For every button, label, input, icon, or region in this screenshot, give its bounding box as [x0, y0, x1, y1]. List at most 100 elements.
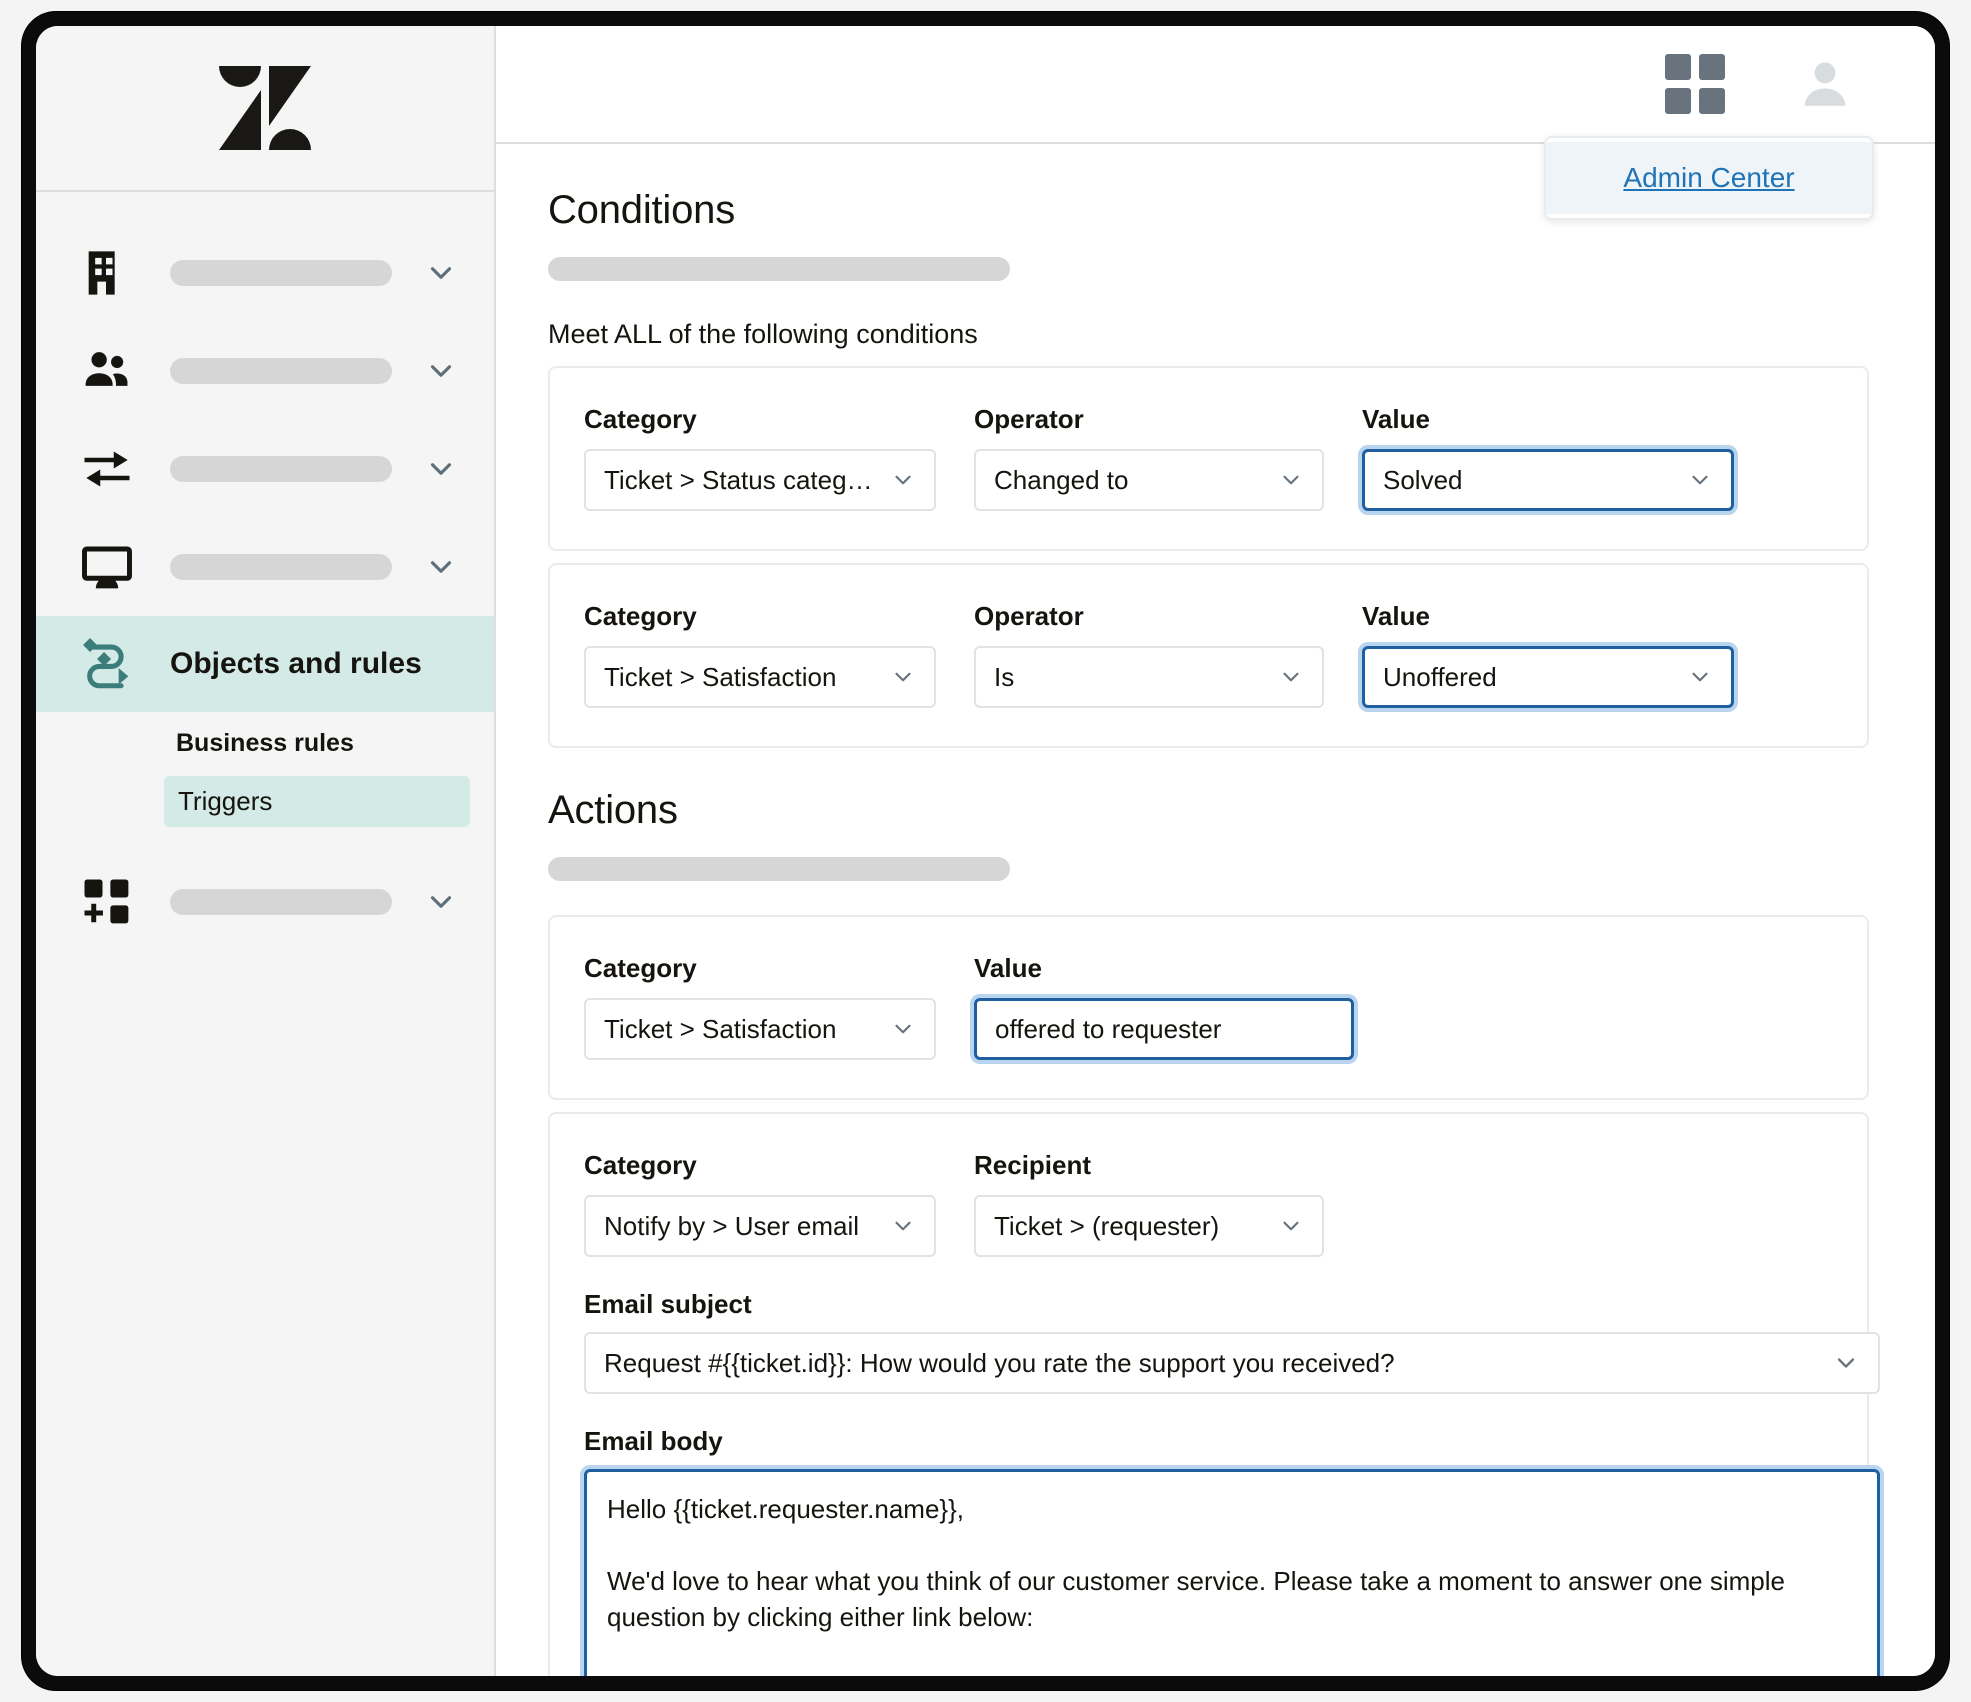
- settings-content: Conditions Meet ALL of the following con…: [496, 144, 1935, 1676]
- condition-2-operator-select[interactable]: Is: [974, 646, 1324, 708]
- action-2-recipient-label: Recipient: [974, 1150, 1092, 1180]
- sidebar-item-apps[interactable]: [36, 853, 494, 951]
- condition-2-operator-value: Is: [994, 661, 1015, 692]
- sidebar-item-apps-skeleton: [170, 888, 392, 915]
- device-frame: Objects and rules Business rules Trigger…: [22, 12, 1949, 1690]
- sidebar-item-3-skeleton: [170, 554, 392, 580]
- condition-2-category-field: Category Ticket > Satisfaction: [584, 601, 936, 708]
- condition-1-category-field: Category Ticket > Status category: [584, 404, 936, 511]
- sidebar-logo-area: [36, 26, 494, 192]
- email-body-textarea[interactable]: Hello {{ticket.requester.name}}, We'd lo…: [584, 1469, 1880, 1676]
- condition-2-value-select[interactable]: Unoffered: [1362, 646, 1734, 708]
- email-subject-label: Email subject: [584, 1289, 752, 1319]
- condition-2-category-select[interactable]: Ticket > Satisfaction: [584, 646, 936, 708]
- sidebar-item-3[interactable]: [36, 518, 494, 616]
- email-subject-select[interactable]: Request #{{ticket.id}}: How would you ra…: [584, 1332, 1880, 1394]
- action-1-category-field: Category Ticket > Satisfaction: [584, 953, 936, 1060]
- condition-1-category-label: Category: [584, 404, 697, 434]
- condition-2-category-value: Ticket > Satisfaction: [604, 661, 837, 692]
- condition-1-operator-label: Operator: [974, 404, 1084, 434]
- action-2-category-select[interactable]: Notify by > User email: [584, 1195, 936, 1257]
- chevron-down-icon[interactable]: [424, 354, 458, 388]
- condition-2-value-label: Value: [1362, 601, 1430, 631]
- top-bar: [496, 26, 1935, 144]
- action-2-recipient-select[interactable]: Ticket > (requester): [974, 1195, 1324, 1257]
- condition-1-operator-field: Operator Changed to: [974, 404, 1324, 511]
- condition-2-operator-field: Operator Is: [974, 601, 1324, 708]
- subnav-group-label: Business rules: [176, 729, 354, 757]
- condition-1-value-value: Solved: [1383, 464, 1463, 495]
- chevron-down-icon: [1832, 1349, 1860, 1377]
- chevron-down-icon: [890, 1016, 916, 1042]
- chevron-down-icon[interactable]: [424, 452, 458, 486]
- sidebar-item-objects-and-rules-label: Objects and rules: [170, 647, 422, 680]
- admin-center-menu-item[interactable]: Admin Center: [1546, 142, 1872, 214]
- sidebar-item-0[interactable]: [36, 224, 494, 322]
- objects-rules-icon: [80, 635, 142, 693]
- app-window: Objects and rules Business rules Trigger…: [36, 26, 1935, 1676]
- condition-row-2: Category Ticket > Satisfaction Operator …: [548, 563, 1869, 748]
- action-1-value-label: Value: [974, 953, 1042, 983]
- action-2-recipient-field: Recipient Ticket > (requester): [974, 1150, 1324, 1257]
- sidebar-subnav: Business rules Triggers: [36, 712, 494, 827]
- building-icon: [80, 247, 142, 299]
- actions-description-skeleton: [548, 857, 1010, 881]
- sidebar-item-0-skeleton: [170, 260, 392, 286]
- sidebar-item-triggers[interactable]: Triggers: [164, 775, 470, 827]
- condition-1-value-label: Value: [1362, 404, 1430, 434]
- condition-2-operator-label: Operator: [974, 601, 1084, 631]
- people-icon: [80, 344, 142, 398]
- arrows-exchange-icon: [80, 442, 142, 496]
- condition-1-category-value: Ticket > Status category: [604, 464, 880, 495]
- action-1-value-input[interactable]: offered to requester: [974, 998, 1354, 1060]
- condition-1-category-select[interactable]: Ticket > Status category: [584, 449, 936, 511]
- add-app-icon: [80, 875, 142, 929]
- actions-title: Actions: [548, 788, 678, 832]
- zendesk-logo[interactable]: [219, 66, 311, 150]
- condition-row-1: Category Ticket > Status category Operat…: [548, 366, 1869, 551]
- email-subject-value: Request #{{ticket.id}}: How would you ra…: [604, 1347, 1395, 1378]
- action-row-1: Category Ticket > Satisfaction Value off…: [548, 915, 1869, 1100]
- condition-2-category-label: Category: [584, 601, 697, 631]
- action-1-category-select[interactable]: Ticket > Satisfaction: [584, 998, 936, 1060]
- action-2-category-label: Category: [584, 1150, 697, 1180]
- chevron-down-icon: [890, 664, 916, 690]
- sidebar-item-2-skeleton: [170, 456, 392, 482]
- action-2-category-field: Category Notify by > User email: [584, 1150, 936, 1257]
- sidebar-item-2[interactable]: [36, 420, 494, 518]
- chevron-down-icon[interactable]: [424, 256, 458, 290]
- condition-2-value-field: Value Unoffered: [1362, 601, 1734, 708]
- sidebar-item-1-skeleton: [170, 358, 392, 384]
- action-1-value-field: Value offered to requester: [974, 953, 1354, 1060]
- chevron-down-icon: [1278, 1213, 1304, 1239]
- action-2-category-value: Notify by > User email: [604, 1210, 860, 1241]
- sidebar-item-1[interactable]: [36, 322, 494, 420]
- monitor-icon: [80, 540, 142, 594]
- condition-1-value-field: Value Solved: [1362, 404, 1734, 511]
- condition-2-value-value: Unoffered: [1383, 661, 1497, 692]
- admin-center-link[interactable]: Admin Center: [1623, 162, 1794, 193]
- condition-1-value-select[interactable]: Solved: [1362, 449, 1734, 511]
- chevron-down-icon: [1687, 467, 1713, 493]
- grid-apps-icon[interactable]: [1665, 54, 1725, 114]
- condition-1-operator-value: Changed to: [994, 464, 1129, 495]
- chevron-down-icon[interactable]: [424, 885, 458, 919]
- chevron-down-icon[interactable]: [424, 550, 458, 584]
- chevron-down-icon: [1687, 664, 1713, 690]
- action-row-2: Category Notify by > User email Recipien…: [548, 1112, 1880, 1676]
- chevron-down-icon: [890, 1213, 916, 1239]
- main-content: Admin Center Conditions Meet ALL of the …: [496, 26, 1935, 1676]
- sidebar-item-objects-and-rules[interactable]: Objects and rules: [36, 616, 494, 712]
- chevron-down-icon: [890, 467, 916, 493]
- action-1-category-value: Ticket > Satisfaction: [604, 1013, 837, 1044]
- condition-1-operator-select[interactable]: Changed to: [974, 449, 1324, 511]
- user-avatar-icon[interactable]: [1795, 55, 1855, 113]
- conditions-description-skeleton: [548, 257, 1010, 281]
- meet-all-conditions-label: Meet ALL of the following conditions: [548, 319, 978, 349]
- sidebar: Objects and rules Business rules Trigger…: [36, 26, 496, 1676]
- email-body-label: Email body: [584, 1426, 723, 1456]
- action-1-value-text: offered to requester: [995, 1013, 1222, 1044]
- sidebar-nav-list: Objects and rules Business rules Trigger…: [36, 192, 494, 951]
- chevron-down-icon: [1278, 467, 1304, 493]
- action-2-recipient-value: Ticket > (requester): [994, 1210, 1220, 1241]
